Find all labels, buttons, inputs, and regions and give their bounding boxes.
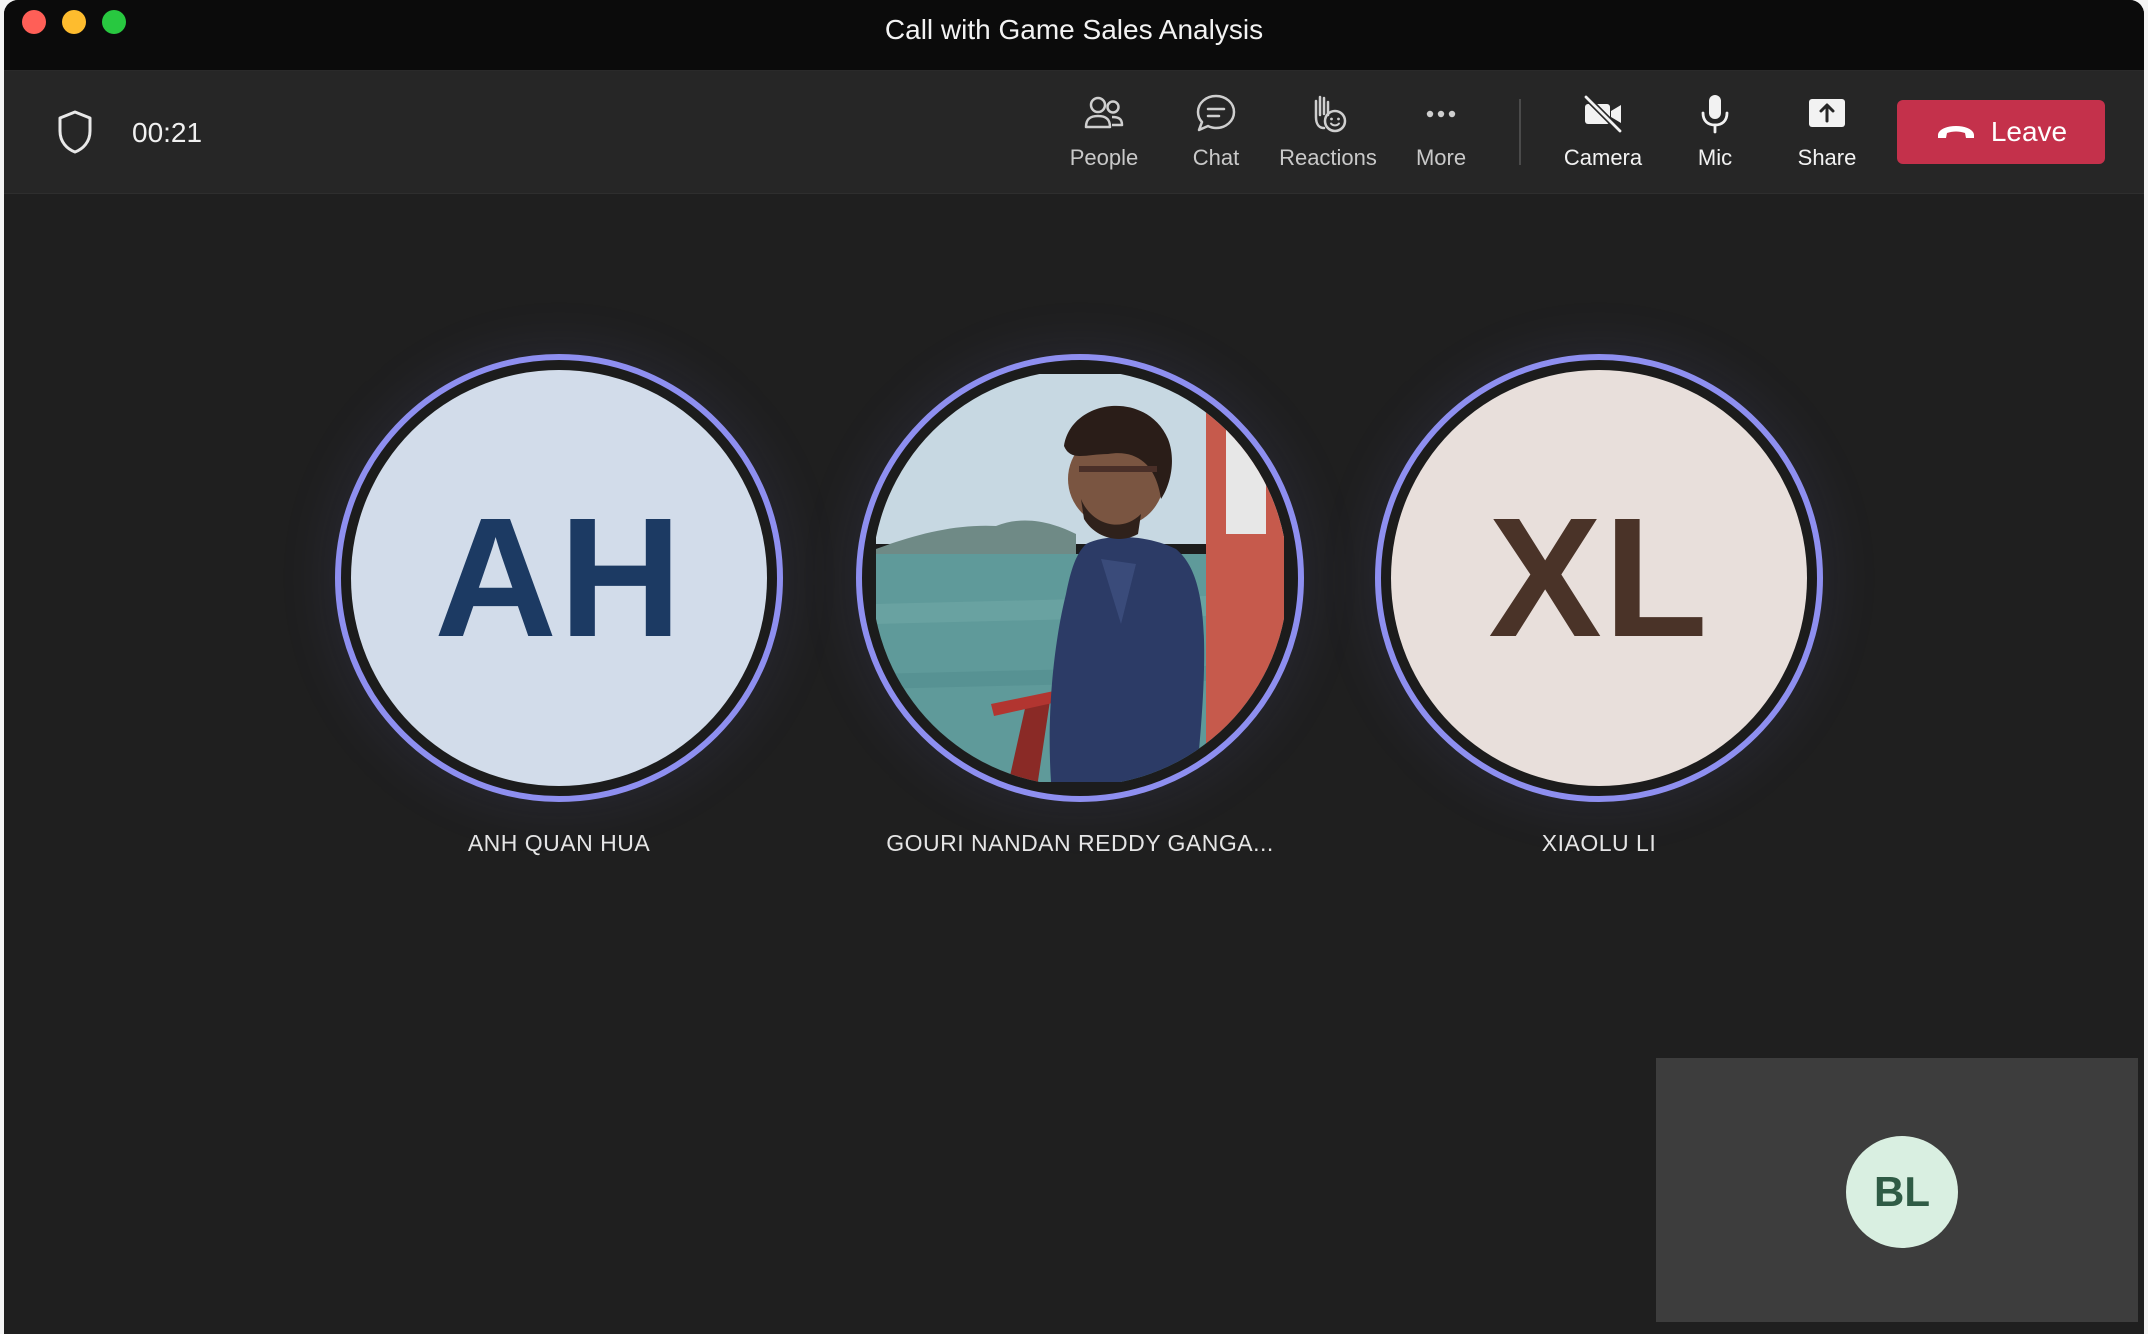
- call-toolbar: 00:21 People Chat Reactions More Camera …: [4, 71, 2144, 194]
- camera-off-icon: [1583, 94, 1623, 134]
- people-button[interactable]: People: [1049, 91, 1159, 181]
- participant-avatar-ring: XL: [1375, 354, 1823, 802]
- avatar-photo: [872, 370, 1288, 786]
- reactions-button[interactable]: Reactions: [1273, 91, 1383, 181]
- mic-label: Mic: [1697, 145, 1733, 170]
- participant-tile[interactable]: AH ANH QUAN HUA: [329, 354, 789, 857]
- participant-tile[interactable]: XL XIAOLU LI: [1369, 354, 1829, 857]
- self-avatar: BL: [1846, 1136, 1958, 1248]
- people-icon: [1084, 96, 1124, 129]
- title-bar: Call with Game Sales Analysis: [4, 0, 2144, 71]
- window-title: Call with Game Sales Analysis: [884, 14, 1264, 45]
- participant-name: ANH QUAN HUA: [467, 830, 651, 856]
- more-icon: [1426, 110, 1456, 118]
- call-timer: 00:21: [132, 117, 203, 148]
- avatar-initials: XL: [1488, 483, 1710, 673]
- more-button[interactable]: More: [1386, 91, 1496, 181]
- participant-name: XIAOLU LI: [1541, 830, 1657, 856]
- participant-name: GOURI NANDAN REDDY GANGA...: [886, 830, 1274, 856]
- self-view-tile[interactable]: BL: [1656, 1058, 2138, 1322]
- reactions-label: Reactions: [1279, 145, 1377, 170]
- chat-icon: [1196, 94, 1236, 132]
- chat-label: Chat: [1192, 145, 1240, 170]
- mic-button[interactable]: Mic: [1660, 91, 1770, 181]
- more-label: More: [1415, 145, 1467, 170]
- camera-label: Camera: [1563, 145, 1643, 170]
- share-label: Share: [1797, 145, 1857, 170]
- participant-avatar-ring: AH: [335, 354, 783, 802]
- leave-label: Leave: [1990, 116, 2068, 147]
- hang-up-icon: [1937, 126, 1974, 138]
- shield-icon[interactable]: [56, 109, 94, 155]
- profile-photo-image: [876, 374, 1284, 782]
- leave-call-button[interactable]: Leave: [1897, 100, 2105, 164]
- share-button[interactable]: Share: [1772, 91, 1882, 181]
- avatar-initials: AH: [434, 483, 684, 673]
- camera-button[interactable]: Camera: [1548, 91, 1658, 181]
- participant-avatar-ring: [856, 354, 1304, 802]
- share-screen-icon: [1809, 99, 1845, 127]
- participant-tile[interactable]: GOURI NANDAN REDDY GANGA...: [850, 354, 1310, 857]
- microphone-icon: [1701, 95, 1729, 134]
- toolbar-divider: [1519, 99, 1521, 165]
- teams-call-window: Call with Game Sales Analysis 00:21 Peop…: [4, 0, 2144, 1334]
- people-label: People: [1069, 145, 1139, 170]
- avatar: XL: [1391, 370, 1807, 786]
- raise-hand-reaction-icon: [1314, 95, 1347, 133]
- self-avatar-initials: BL: [1874, 1168, 1930, 1215]
- avatar: AH: [351, 370, 767, 786]
- participants-stage: AH ANH QUAN HUA GOURI NANDAN REDDY GANGA…: [4, 194, 2144, 1334]
- chat-button[interactable]: Chat: [1161, 91, 1271, 181]
